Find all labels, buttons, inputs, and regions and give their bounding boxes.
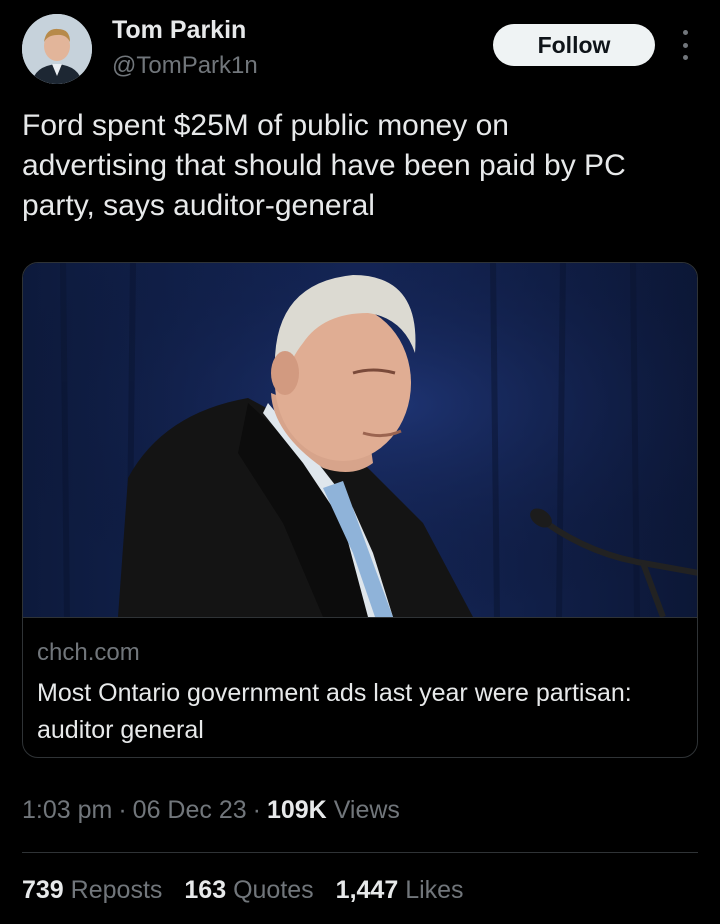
tweet-time[interactable]: 1:03 pm — [22, 796, 112, 824]
article-photo — [23, 263, 697, 619]
engagement-stats: 739 Reposts 163 Quotes 1,447 Likes — [22, 876, 464, 905]
quotes-label: Quotes — [233, 876, 314, 904]
likes-count: 1,447 — [335, 876, 399, 904]
reposts-stat[interactable]: 739 Reposts — [22, 876, 162, 905]
views-count: 109K — [266, 796, 327, 824]
views-label: Views — [333, 796, 400, 824]
likes-label: Likes — [405, 876, 464, 904]
author-handle[interactable]: @TomPark1n — [112, 52, 258, 80]
tweet-meta: 1:03 pm · 06 Dec 23 · 109K Views — [22, 796, 400, 824]
card-title[interactable]: Most Ontario government ads last year we… — [37, 675, 677, 749]
avatar[interactable] — [22, 14, 92, 84]
tweet-header: Tom Parkin @TomPark1n Follow — [0, 0, 720, 100]
quotes-count: 163 — [184, 876, 227, 904]
reposts-label: Reposts — [70, 876, 163, 904]
tweet-date[interactable]: 06 Dec 23 — [133, 796, 247, 824]
card-domain: chch.com — [37, 639, 140, 666]
card-divider — [23, 617, 697, 618]
author-name[interactable]: Tom Parkin — [112, 16, 246, 45]
tweet-text: Ford spent $25M of public money on adver… — [22, 109, 626, 222]
quotes-stat[interactable]: 163 Quotes — [184, 876, 313, 905]
link-preview-card[interactable]: chch.com Most Ontario government ads las… — [22, 262, 698, 758]
reposts-count: 739 — [22, 876, 64, 904]
follow-button[interactable]: Follow — [493, 24, 655, 66]
divider — [22, 852, 698, 853]
likes-stat[interactable]: 1,447 Likes — [336, 876, 464, 905]
more-options-icon[interactable] — [676, 30, 694, 60]
